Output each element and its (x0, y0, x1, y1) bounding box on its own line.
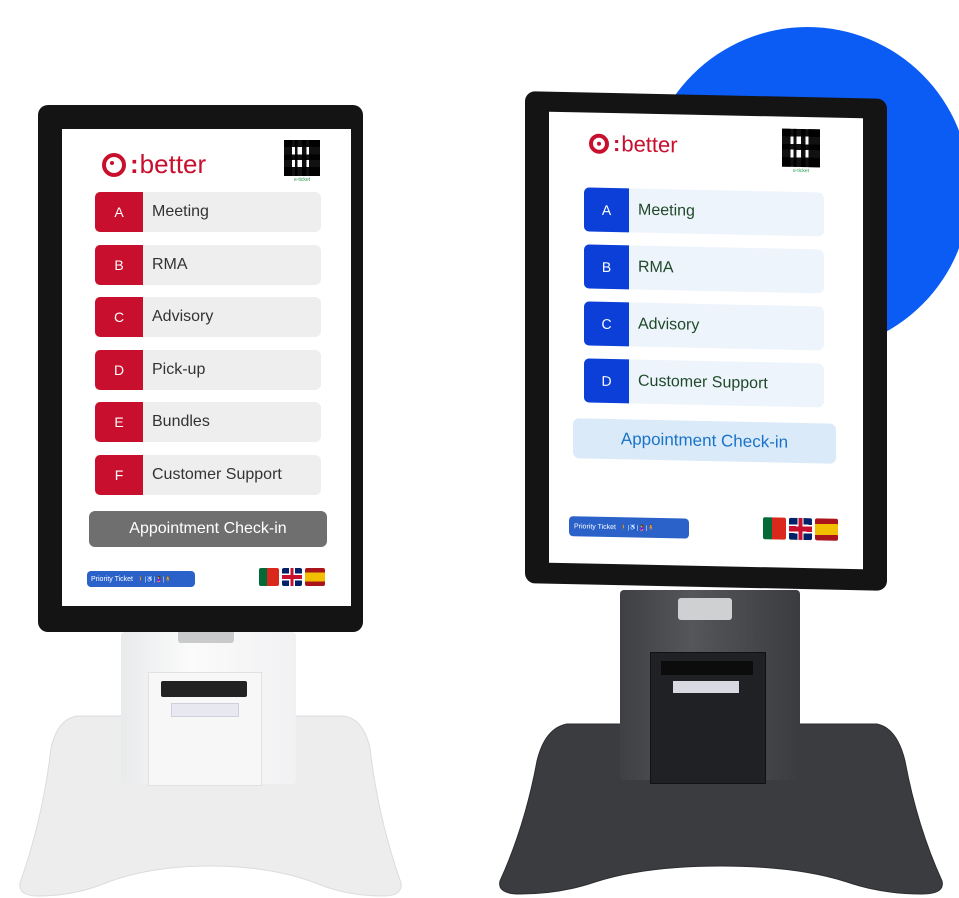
service-button-d[interactable]: D Pick-up (95, 349, 321, 390)
service-name: Bundles (152, 413, 210, 430)
uk-flag-icon[interactable] (282, 568, 302, 586)
service-button-c[interactable]: C Advisory (95, 297, 321, 337)
checkin-label: Appointment Check-in (129, 520, 287, 537)
portugal-flag-icon[interactable] (259, 568, 279, 586)
service-button-b[interactable]: B RMA (95, 244, 321, 285)
logo-mark-icon (589, 133, 609, 154)
service-letter: C (584, 301, 629, 347)
service-button-d[interactable]: D Customer Support (584, 358, 824, 408)
service-letter: A (584, 187, 629, 233)
appointment-checkin-button[interactable]: Appointment Check-in (573, 418, 836, 464)
brand-logo: : better (589, 131, 678, 159)
service-button-e[interactable]: E Bundles (95, 402, 321, 442)
priority-icons: 🚶|♿|🤰|🧍 (620, 524, 655, 532)
service-name: RMA (638, 258, 674, 277)
logo-text: better (621, 131, 678, 158)
service-button-f[interactable]: F Customer Support (95, 454, 321, 495)
right-kiosk-hinge (678, 598, 732, 620)
priority-ticket-button[interactable]: Priority Ticket 🚶|♿|🤰|🧍 (569, 516, 689, 539)
service-name: Customer Support (638, 372, 768, 393)
logo-mark-icon (102, 152, 126, 177)
service-name: Advisory (638, 315, 700, 334)
priority-ticket-button[interactable]: Priority Ticket 🚶|♿|🤰|🧍 (87, 571, 195, 587)
printer-slot (161, 681, 247, 697)
priority-icons: 🚶|♿|🤰|🧍 (137, 576, 172, 583)
brand-logo: : better (102, 149, 206, 180)
priority-label: Priority Ticket (574, 522, 617, 531)
spain-flag-icon[interactable] (815, 518, 838, 541)
service-name: Pick-up (152, 360, 206, 378)
checkin-label: Appointment Check-in (620, 429, 789, 452)
language-flags (259, 568, 325, 586)
service-letter: E (95, 402, 143, 442)
appointment-checkin-button[interactable]: Appointment Check-in (89, 511, 327, 547)
right-kiosk-screen: : better e-ticket A Meeting B RMA C Advisory D… (549, 111, 863, 570)
printer-slot (661, 661, 753, 675)
logo-colon: : (130, 149, 139, 179)
logo-colon: : (613, 131, 621, 157)
left-kiosk-screen: : better e-ticket A Meeting B RMA C Advisory D… (62, 129, 351, 606)
service-letter: B (95, 244, 143, 285)
service-letter: F (95, 454, 143, 495)
qr-caption: e-ticket (792, 167, 810, 175)
uk-flag-icon[interactable] (789, 517, 812, 541)
service-button-c[interactable]: C Advisory (584, 301, 824, 351)
service-letter: A (95, 192, 143, 232)
spain-flag-icon[interactable] (305, 568, 325, 586)
service-letter: B (584, 244, 629, 290)
service-name: RMA (152, 255, 188, 273)
right-kiosk-printer (650, 652, 766, 784)
qr-caption: e-ticket (293, 177, 311, 183)
language-flags (763, 517, 838, 541)
service-name: Advisory (152, 308, 214, 325)
left-kiosk-printer (148, 672, 262, 786)
printer-warning-label (171, 703, 239, 717)
qr-code-icon[interactable] (284, 140, 320, 176)
portugal-flag-icon[interactable] (763, 517, 786, 540)
printer-warning-label (673, 681, 739, 693)
logo-text: better (139, 149, 207, 179)
service-name: Meeting (638, 201, 695, 220)
service-button-a[interactable]: A Meeting (584, 187, 824, 237)
priority-label: Priority Ticket (91, 575, 134, 583)
service-name: Customer Support (152, 465, 282, 483)
service-button-b[interactable]: B RMA (584, 244, 824, 294)
service-name: Meeting (152, 203, 209, 220)
service-button-a[interactable]: A Meeting (95, 192, 321, 232)
service-letter: D (95, 349, 143, 390)
service-letter: C (95, 297, 143, 337)
qr-code-icon[interactable] (782, 128, 820, 168)
service-letter: D (584, 358, 629, 404)
